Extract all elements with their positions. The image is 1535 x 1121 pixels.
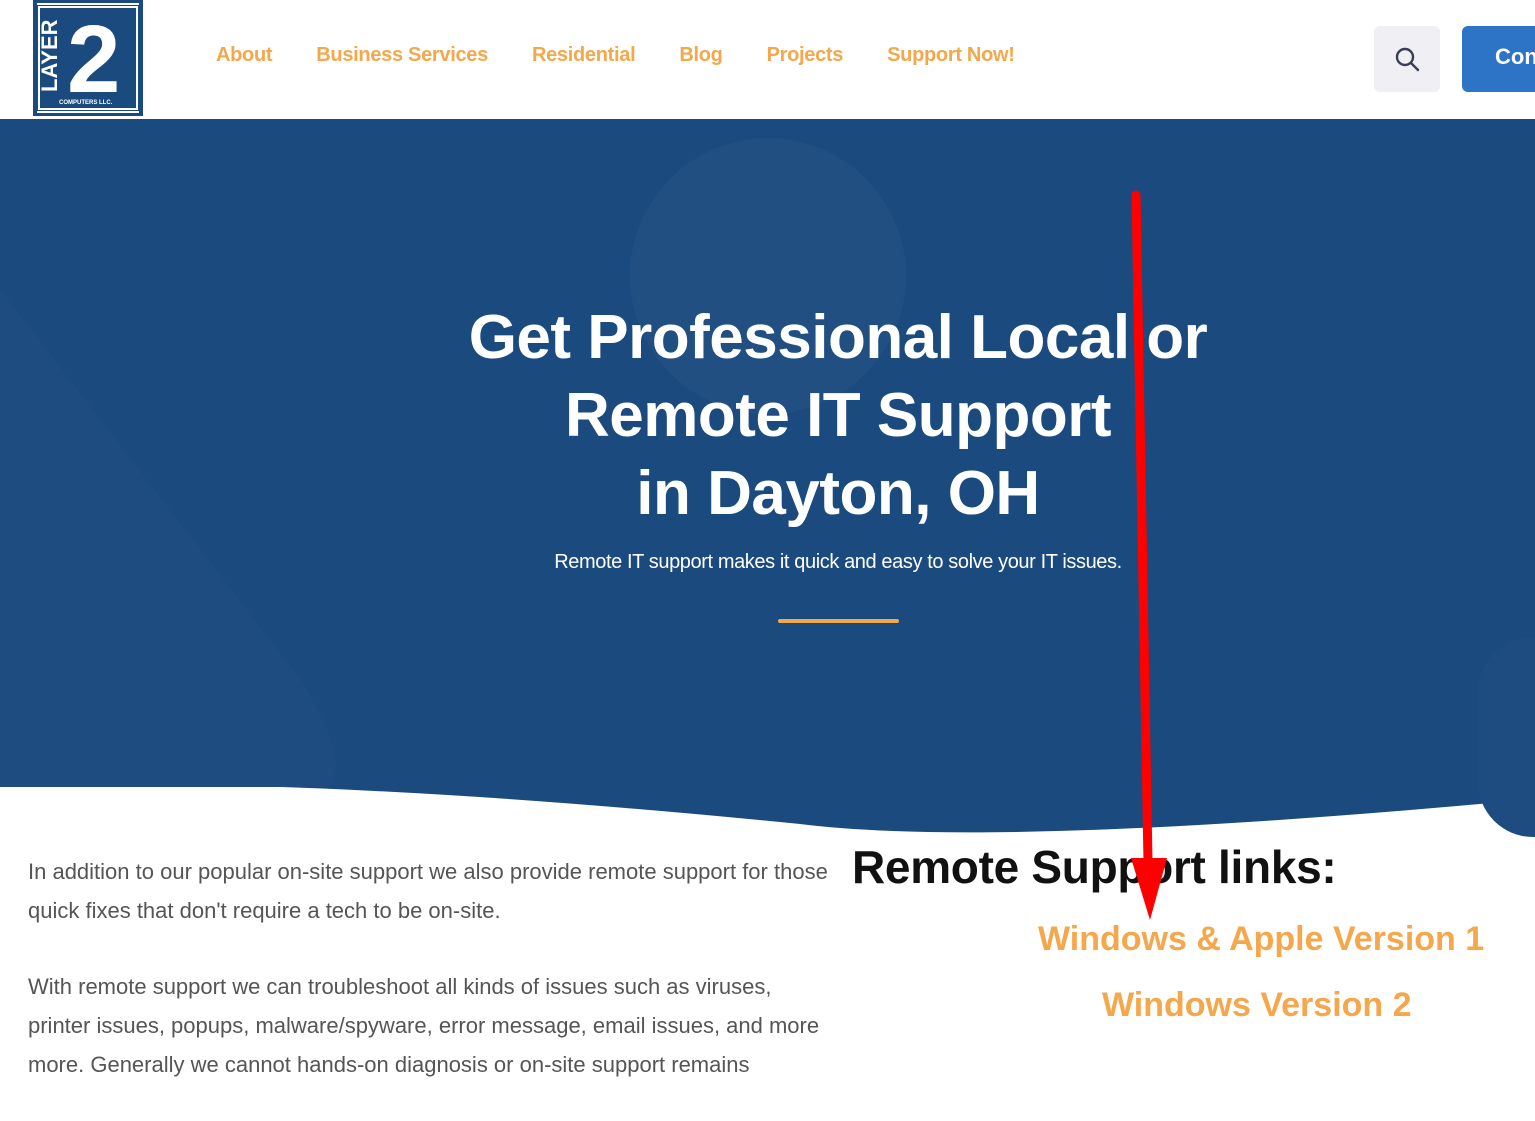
intro-paragraph: With remote support we can troubleshoot … xyxy=(28,974,820,1077)
nav-about[interactable]: About xyxy=(216,44,273,74)
nav-business-services[interactable]: Business Services xyxy=(316,44,488,74)
intro-text: In addition to our popular on-site suppo… xyxy=(28,852,828,1121)
layer2-logo[interactable]: LAYER 2 COMPUTERS LLC. xyxy=(33,0,143,116)
svg-text:LAYER: LAYER xyxy=(37,19,62,92)
nav-support-now[interactable]: Support Now! xyxy=(887,44,1015,74)
remote-links-heading: Remote Support links: xyxy=(852,841,1337,893)
contact-button[interactable]: Con xyxy=(1462,26,1535,92)
site-header: LAYER 2 COMPUTERS LLC. About Business Se… xyxy=(0,0,1535,119)
hero-title-line: Remote IT Support xyxy=(564,381,1112,450)
nav-residential[interactable]: Residential xyxy=(532,44,636,74)
hero-divider xyxy=(778,619,899,623)
logo-subtext: COMPUTERS LLC. xyxy=(59,100,113,106)
search-button[interactable] xyxy=(1374,26,1440,92)
link-windows-v2[interactable]: Windows Version 2 xyxy=(1102,986,1412,1025)
link-windows-apple-v1[interactable]: Windows & Apple Version 1 xyxy=(1038,920,1484,959)
hero-subtitle: Remote IT support makes it quick and eas… xyxy=(554,551,1122,573)
hero-title: Get Professional Local or Remote IT Supp… xyxy=(438,299,1238,533)
search-icon xyxy=(1395,47,1420,72)
hero-title-line: in Dayton, OH xyxy=(636,459,1040,528)
svg-text:2: 2 xyxy=(67,6,120,113)
hero-title-line: Get Professional Local or xyxy=(468,303,1208,372)
nav-projects[interactable]: Projects xyxy=(767,44,844,74)
main-nav: About Business Services Residential Blog… xyxy=(216,44,1059,74)
nav-blog[interactable]: Blog xyxy=(679,44,723,74)
intro-paragraph: In addition to our popular on-site suppo… xyxy=(28,859,828,923)
hero-section: Get Professional Local or Remote IT Supp… xyxy=(0,119,1535,839)
